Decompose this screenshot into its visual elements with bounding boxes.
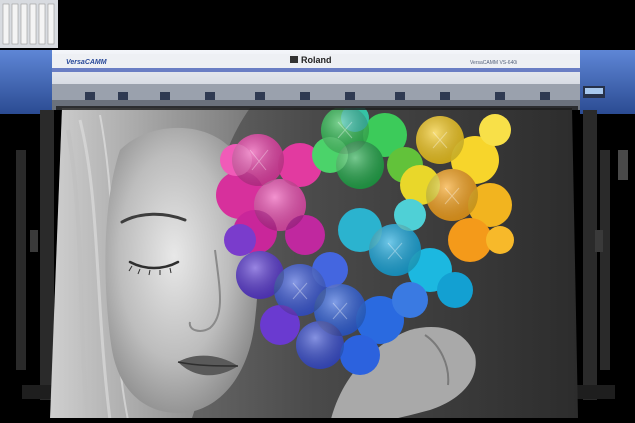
svg-text:Roland: Roland [301, 55, 332, 65]
series-logo: VersaCAMM [66, 59, 107, 66]
media-feed-slot [56, 106, 578, 110]
model-label: VersaCAMM VS-640i [470, 60, 517, 66]
control-panel [583, 86, 605, 98]
printer-body: VersaCAMM Roland VersaCAMM VS-640i [0, 50, 635, 114]
printer-photo: VersaCAMM Roland VersaCAMM VS-640i [0, 0, 635, 423]
printed-poster [50, 108, 578, 418]
ink-cartridge-rack [0, 0, 58, 48]
